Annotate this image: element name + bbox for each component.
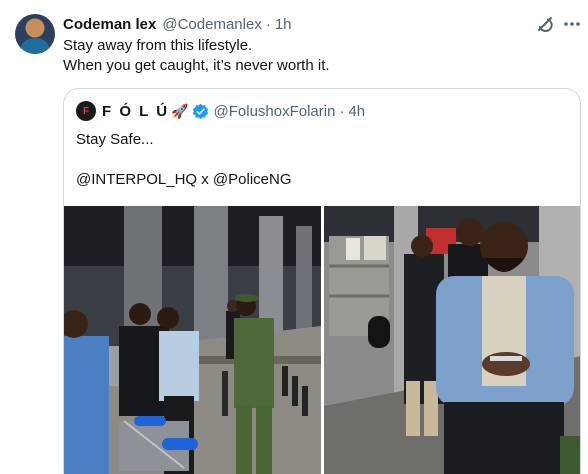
timestamp[interactable]: 1h [275,16,292,33]
quoted-text-line: Stay Safe... [76,131,154,148]
verified-badge-icon [192,103,208,119]
quoted-avatar[interactable]: F [76,101,96,121]
tweet-header: Codeman lex @Codemanlex · 1h [63,14,292,34]
tweet[interactable]: Codeman lex @Codemanlex · 1h Stay away f… [0,0,588,474]
handle[interactable]: @Codemanlex [162,16,261,33]
quoted-avatar-glyph: F [82,105,90,117]
tweet-text-line: When you get caught, it’s never worth it… [63,57,330,74]
quoted-handle[interactable]: @FolushoxFolarin [214,103,336,120]
display-name[interactable]: Codeman lex [63,16,156,33]
separator-dot: · [265,15,271,33]
quoted-timestamp[interactable]: 4h [348,103,365,120]
quoted-tweet[interactable]: F F Ó L Ú 🚀 @FolushoxFolarin · 4h Stay S… [63,88,581,474]
tweet-text-line: Stay away from this lifestyle. [63,37,253,54]
photo-left[interactable] [64,206,321,474]
quoted-tweet-header: F F Ó L Ú 🚀 @FolushoxFolarin · 4h [76,101,365,121]
tweet-text: Stay away from this lifestyle. When you … [63,36,330,76]
photo-right[interactable] [324,206,580,474]
separator-dot: · [339,102,345,120]
avatar[interactable] [15,14,55,54]
quoted-display-name[interactable]: F Ó L Ú [102,103,169,120]
rocket-icon: 🚀 [171,102,189,119]
quoted-mentions[interactable]: @INTERPOL_HQ x @PoliceNG [76,170,292,190]
more-icon[interactable] [562,14,582,34]
grok-icon[interactable] [535,14,555,34]
media-grid [64,206,580,474]
